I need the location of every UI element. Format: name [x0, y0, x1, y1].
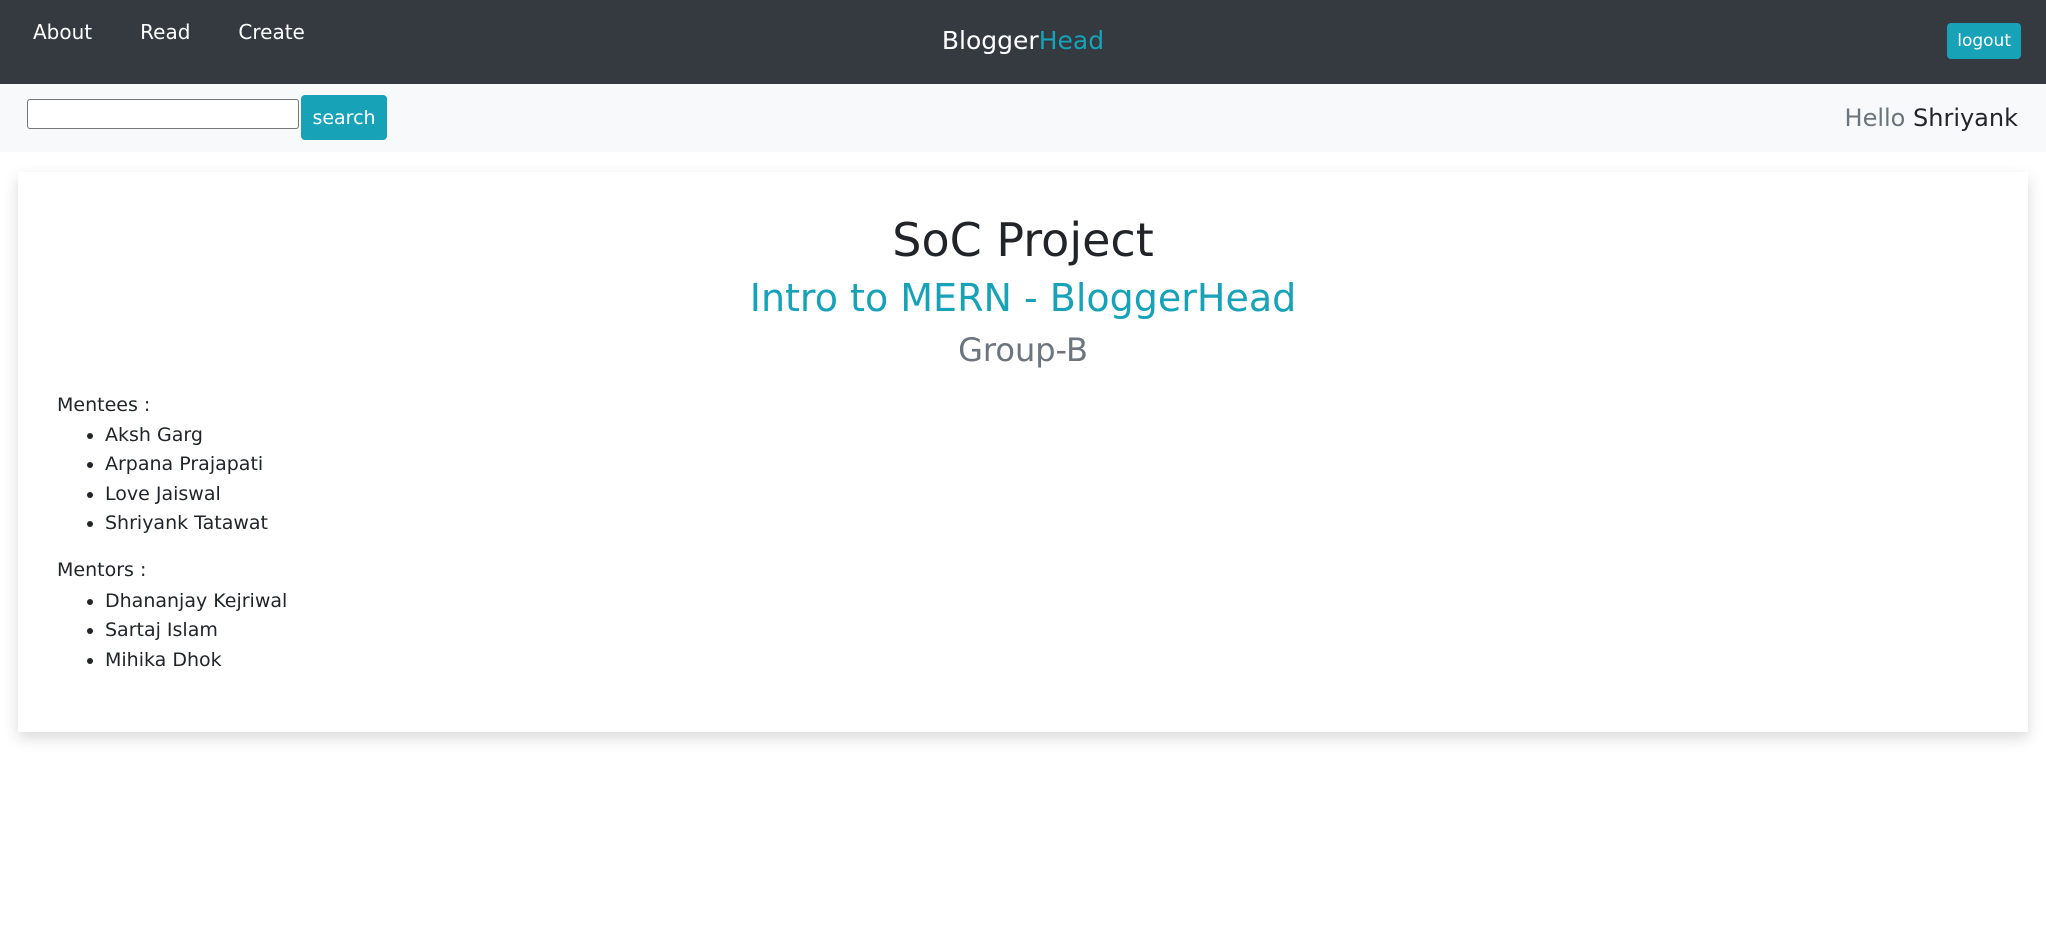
mentees-list: Aksh Garg Arpana Prajapati Love Jaiswal … — [57, 421, 268, 538]
brand-text-primary: Blogger — [941, 26, 1039, 55]
search-button[interactable]: search — [301, 95, 387, 140]
greeting-hello: Hello — [1844, 104, 1906, 132]
list-item: Sartaj Islam — [105, 616, 287, 645]
nav-links: About Read Create — [33, 20, 353, 44]
greeting-username: Shriyank — [1913, 104, 2018, 132]
nav-link-create[interactable]: Create — [238, 20, 304, 44]
search-input[interactable] — [27, 99, 299, 129]
brand-text-accent: Head — [1038, 26, 1105, 55]
list-item: Dhananjay Kejriwal — [105, 587, 287, 616]
user-greeting: Hello Shriyank — [1845, 103, 2018, 133]
mentees-heading: Mentees : — [57, 394, 151, 416]
group-label: Group-B — [958, 331, 1088, 369]
mentors-list: Dhananjay Kejriwal Sartaj Islam Mihika D… — [57, 587, 287, 675]
list-item: Shriyank Tatawat — [105, 509, 268, 538]
logout-button[interactable]: logout — [1947, 23, 2021, 59]
mentors-heading: Mentors : — [57, 559, 147, 581]
list-item: Arpana Prajapati — [105, 450, 268, 479]
list-item: Aksh Garg — [105, 421, 268, 450]
nav-link-read[interactable]: Read — [140, 20, 190, 44]
list-item: Mihika Dhok — [105, 646, 287, 675]
nav-link-about[interactable]: About — [33, 20, 92, 44]
list-item: Love Jaiswal — [105, 480, 268, 509]
search-bar-section: search Hello Shriyank — [0, 84, 2046, 152]
project-card: SoC Project Intro to MERN - BloggerHead … — [18, 172, 2028, 732]
top-navbar: About Read Create BloggerHead logout — [0, 0, 2046, 84]
page-title: SoC Project — [892, 213, 1154, 267]
project-subtitle: Intro to MERN - BloggerHead — [749, 276, 1297, 320]
